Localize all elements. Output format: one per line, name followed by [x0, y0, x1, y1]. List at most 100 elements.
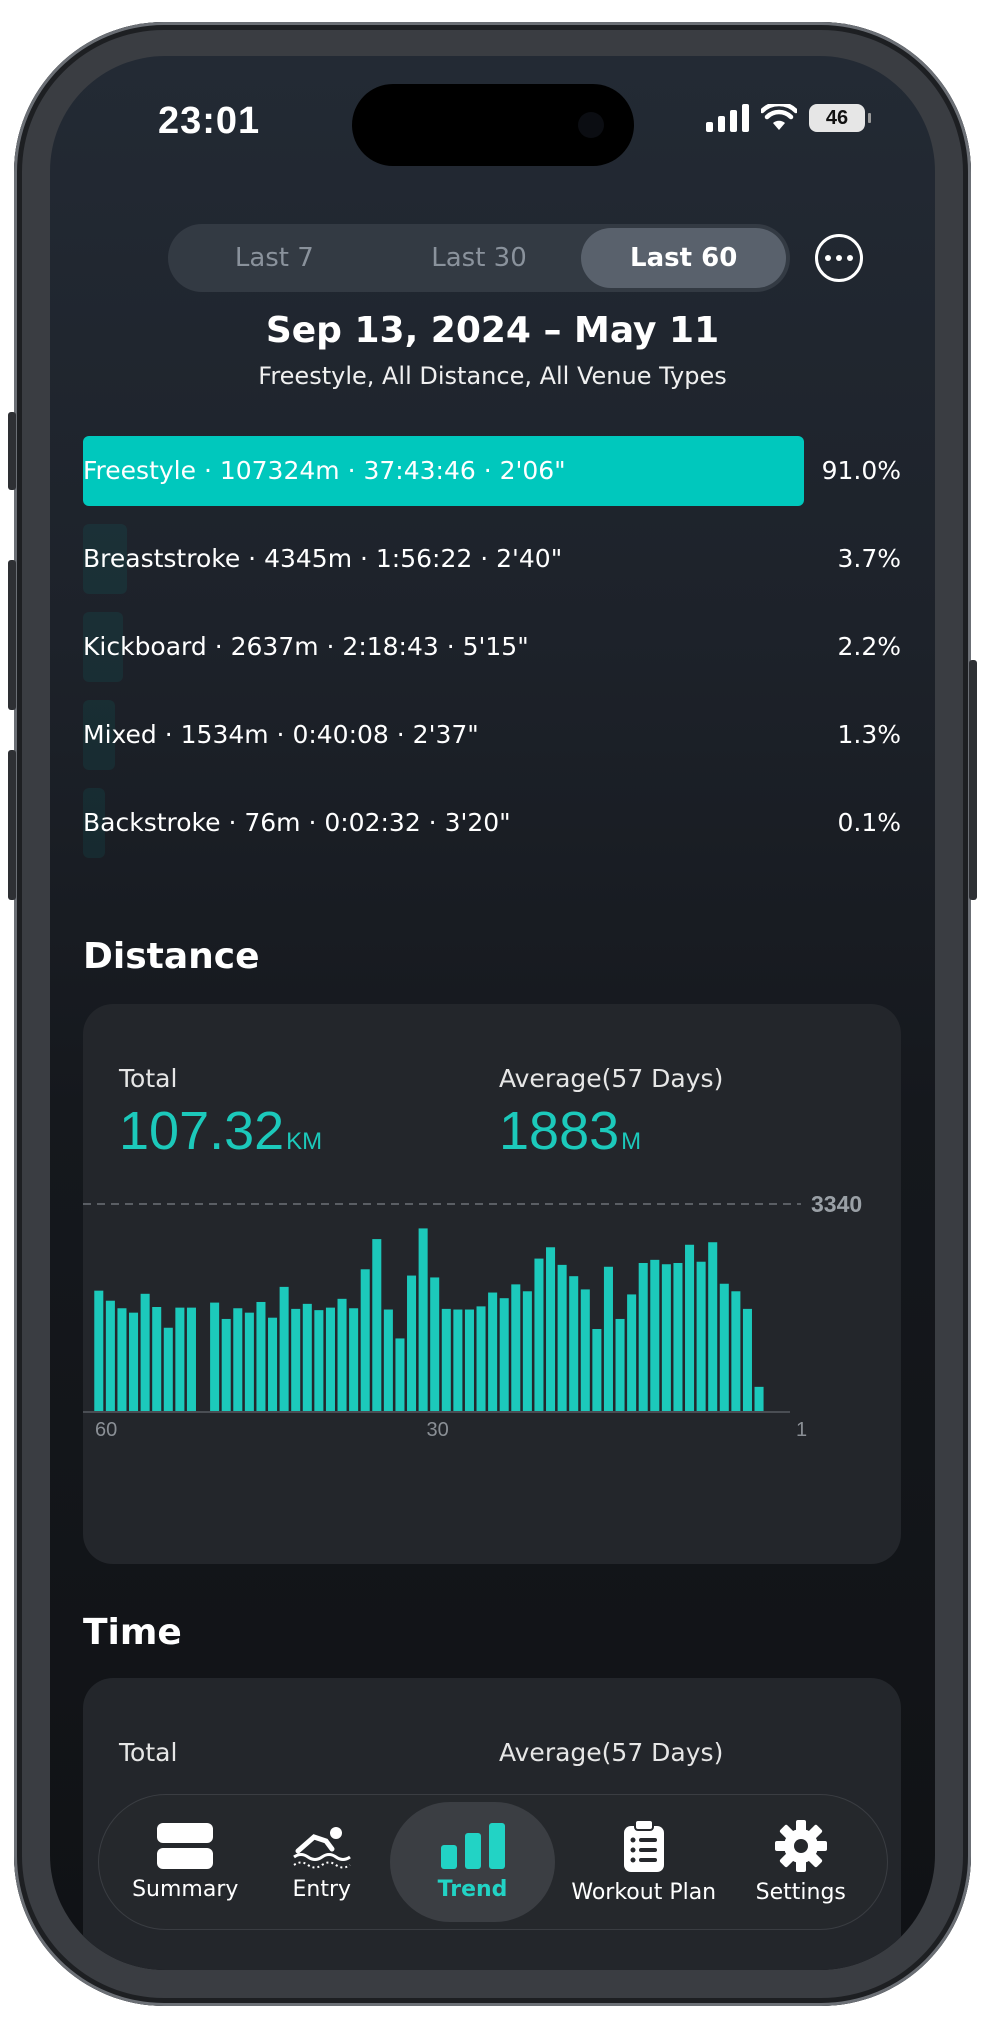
distance-chart-svg: 3340 60 30 1 [83, 1191, 862, 1441]
distance-bar[interactable] [673, 1262, 683, 1412]
distance-total-value: 107.32KM [119, 1101, 323, 1161]
segment-last-30[interactable]: Last 30 [377, 228, 582, 288]
stroke-label: Freestyle · 107324m · 37:43:46 · 2'06" [83, 456, 566, 485]
distance-bar[interactable] [175, 1307, 185, 1412]
tab-settings-label: Settings [755, 1879, 846, 1905]
distance-bar[interactable] [569, 1276, 579, 1412]
distance-bar[interactable] [117, 1308, 127, 1412]
distance-bar[interactable] [754, 1386, 764, 1412]
tab-entry[interactable]: Entry [254, 1802, 391, 1922]
distance-bar[interactable] [418, 1228, 428, 1412]
distance-bar[interactable] [268, 1317, 278, 1412]
distance-bar[interactable] [592, 1329, 602, 1412]
distance-bar[interactable] [464, 1309, 474, 1412]
distance-bar[interactable] [372, 1239, 382, 1412]
distance-bar[interactable] [325, 1307, 335, 1412]
distance-bar[interactable] [163, 1327, 173, 1412]
distance-bar[interactable] [499, 1298, 509, 1412]
tab-settings[interactable]: Settings [733, 1802, 870, 1922]
distance-bar[interactable] [685, 1244, 695, 1412]
bar-chart-icon [440, 1822, 505, 1869]
stroke-row-kickboard[interactable]: Kickboard · 2637m · 2:18:43 · 5'15" 2.2% [83, 612, 901, 682]
stroke-row-mixed[interactable]: Mixed · 1534m · 0:40:08 · 2'37" 1.3% [83, 700, 901, 770]
stroke-percent: 91.0% [821, 456, 901, 485]
distance-bar[interactable] [708, 1242, 718, 1412]
x-tick-label: 1 [796, 1419, 807, 1441]
distance-bar[interactable] [696, 1261, 706, 1412]
segment-last-7[interactable]: Last 7 [172, 228, 377, 288]
tab-summary-label: Summary [132, 1876, 239, 1902]
distance-bar[interactable] [742, 1308, 752, 1412]
stroke-row-breaststroke[interactable]: Breaststroke · 4345m · 1:56:22 · 2'40" 3… [83, 524, 901, 594]
distance-bar[interactable] [488, 1292, 498, 1412]
distance-bar[interactable] [337, 1298, 347, 1412]
tab-summary[interactable]: Summary [117, 1802, 254, 1922]
distance-heading: Distance [83, 936, 260, 977]
distance-bar[interactable] [256, 1301, 266, 1412]
distance-bar[interactable] [105, 1300, 115, 1412]
time-total-label: Total [119, 1738, 178, 1767]
distance-bar[interactable] [152, 1307, 162, 1412]
distance-bar[interactable] [615, 1318, 625, 1412]
distance-bar[interactable] [140, 1293, 150, 1412]
distance-bar[interactable] [430, 1277, 440, 1412]
distance-bar[interactable] [476, 1306, 486, 1412]
distance-bar[interactable] [453, 1309, 463, 1412]
distance-bar[interactable] [407, 1275, 417, 1412]
stroke-percent: 1.3% [837, 720, 901, 749]
status-indicators: 46 [706, 104, 871, 132]
distance-bar[interactable] [233, 1308, 243, 1412]
wifi-icon [761, 104, 797, 130]
distance-bar[interactable] [302, 1303, 312, 1412]
stroke-row-backstroke[interactable]: Backstroke · 76m · 0:02:32 · 3'20" 0.1% [83, 788, 901, 858]
stroke-row-freestyle[interactable]: Freestyle · 107324m · 37:43:46 · 2'06" 9… [83, 436, 901, 506]
distance-bar[interactable] [627, 1294, 637, 1412]
distance-bar[interactable] [661, 1264, 671, 1412]
distance-bar-chart: 3340 60 30 1 [83, 1191, 901, 1454]
distance-average-value: 1883M [499, 1101, 642, 1161]
camera-icon [578, 112, 604, 138]
distance-bar[interactable] [719, 1283, 729, 1412]
stroke-label: Mixed · 1534m · 0:40:08 · 2'37" [83, 720, 479, 749]
tab-trend[interactable]: Trend [390, 1802, 556, 1922]
range-title: Sep 13, 2024 – May 11 [265, 310, 720, 351]
distance-bar[interactable] [603, 1266, 613, 1412]
distance-average-label: Average(57 Days) [499, 1064, 724, 1093]
distance-bar[interactable] [244, 1312, 254, 1412]
tab-workout-plan[interactable]: Workout Plan [555, 1802, 732, 1922]
distance-bar[interactable] [557, 1264, 567, 1412]
distance-bar[interactable] [580, 1289, 590, 1412]
battery-icon: 46 [809, 104, 871, 132]
stroke-percent: 3.7% [837, 544, 901, 573]
distance-bar[interactable] [314, 1310, 324, 1412]
distance-bar[interactable] [650, 1259, 660, 1412]
distance-bar[interactable] [395, 1338, 405, 1412]
more-options-icon[interactable] [815, 234, 863, 282]
distance-bar[interactable] [522, 1291, 532, 1412]
tab-entry-label: Entry [292, 1876, 352, 1902]
distance-bar[interactable] [534, 1258, 544, 1412]
distance-bar[interactable] [349, 1308, 359, 1412]
distance-bar[interactable] [546, 1247, 556, 1412]
distance-bar[interactable] [441, 1308, 451, 1412]
distance-bar[interactable] [221, 1318, 231, 1412]
distance-bar[interactable] [383, 1309, 393, 1412]
stroke-label: Kickboard · 2637m · 2:18:43 · 5'15" [83, 632, 529, 661]
tab-trend-label: Trend [437, 1876, 508, 1902]
distance-bar[interactable] [279, 1286, 289, 1412]
stroke-percent: 0.1% [837, 808, 901, 837]
distance-bar[interactable] [731, 1291, 741, 1412]
distance-bar[interactable] [129, 1312, 139, 1412]
distance-bar[interactable] [360, 1269, 370, 1412]
distance-bar[interactable] [210, 1302, 220, 1412]
volume-up-button [8, 560, 16, 710]
tab-workout-plan-label: Workout Plan [571, 1879, 717, 1905]
distance-bar[interactable] [511, 1284, 521, 1412]
distance-bar[interactable] [186, 1307, 196, 1412]
action-button [8, 412, 16, 490]
swimmer-icon [292, 1826, 351, 1868]
segment-last-60[interactable]: Last 60 [581, 228, 787, 288]
distance-bar[interactable] [638, 1262, 648, 1412]
distance-bar[interactable] [94, 1290, 104, 1412]
distance-bar[interactable] [291, 1308, 301, 1412]
